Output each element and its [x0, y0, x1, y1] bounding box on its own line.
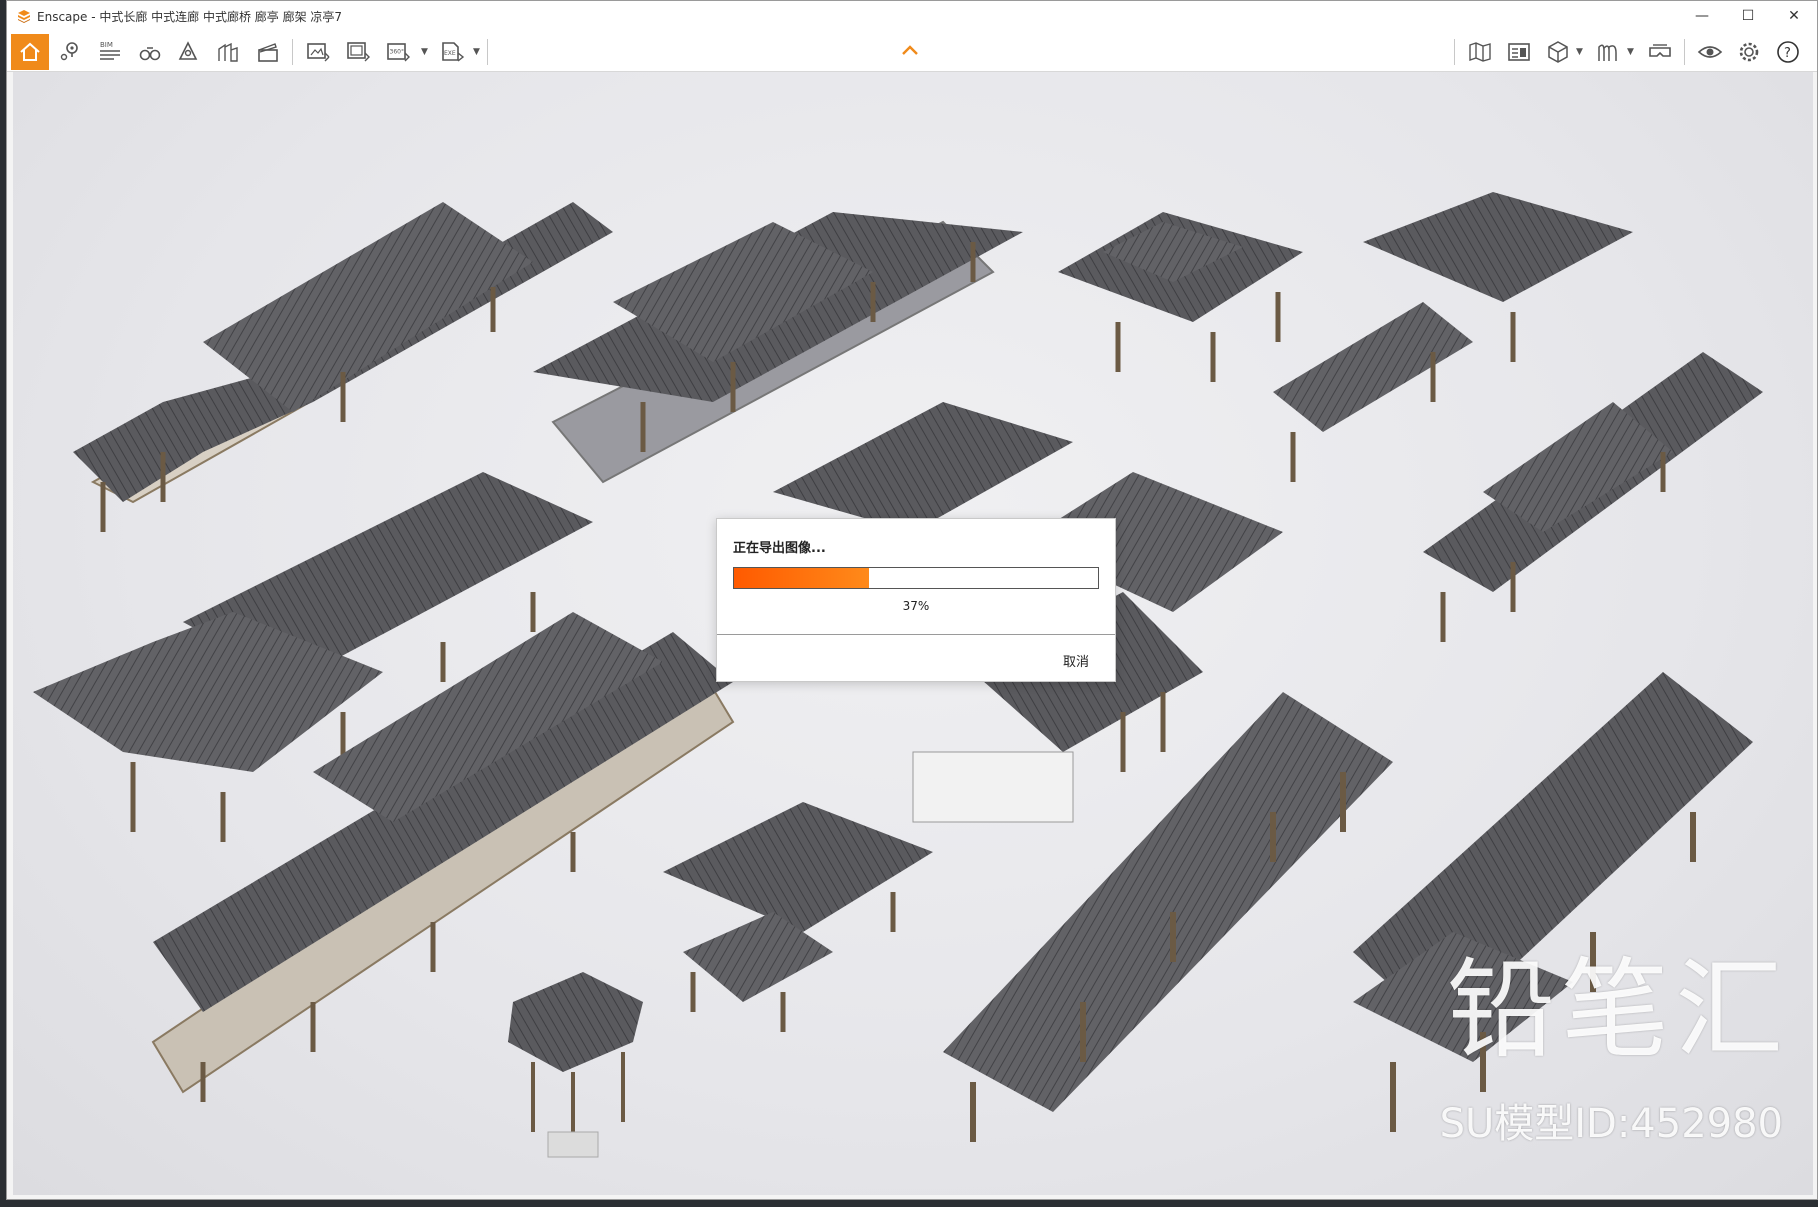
vr-headset-button[interactable] — [1643, 35, 1677, 68]
eye-icon — [1697, 45, 1723, 58]
batch-render-icon — [347, 41, 370, 61]
watermark-model-id: SU模型ID:452980 — [1439, 1101, 1783, 1147]
svg-text:?: ? — [1784, 46, 1791, 61]
bim-button[interactable]: BIM — [93, 35, 127, 68]
pavilion-lower-center — [663, 802, 933, 1032]
minimize-button[interactable]: — — [1679, 1, 1725, 31]
minimap-button[interactable] — [1463, 35, 1497, 68]
enscape-logo-icon — [18, 10, 30, 23]
toolbar-separator — [292, 39, 293, 65]
window-controls: — ☐ ✕ — [1679, 1, 1817, 31]
bim-icon: BIM — [100, 41, 120, 60]
panorama-dropdown-caret[interactable]: ▼ — [421, 47, 428, 57]
binoculars-icon — [139, 46, 161, 60]
atmosphere-button[interactable] — [171, 35, 205, 68]
views-button[interactable] — [53, 35, 87, 68]
general-settings-button[interactable] — [1732, 35, 1766, 68]
corridor-right-cluster — [1423, 352, 1763, 642]
export-progress-dialog: 正在导出图像... 37% 取消 — [716, 518, 1116, 682]
video-editor-button[interactable] — [251, 35, 285, 68]
export-progress-bar — [733, 567, 1099, 589]
close-button[interactable]: ✕ — [1771, 1, 1817, 31]
maximize-button[interactable]: ☐ — [1725, 1, 1771, 31]
help-button[interactable]: ? — [1771, 35, 1805, 68]
pavilion-double-eave — [1058, 212, 1303, 382]
asset-library-icon — [218, 42, 238, 62]
material-editor-icon — [1508, 42, 1530, 61]
batch-render-button[interactable] — [341, 35, 375, 68]
hexagonal-kiosk — [508, 972, 643, 1158]
toolbar-separator — [1454, 39, 1455, 65]
collapse-toolbar-icon[interactable] — [900, 43, 920, 57]
toolbar-separator — [487, 39, 488, 65]
window-title: Enscape - 中式长廊 中式连廊 中式廊桥 廊亭 廊架 凉亭7 — [37, 9, 343, 24]
svg-text:BIM: BIM — [100, 41, 113, 49]
exe-export-icon: EXE — [442, 41, 465, 62]
svg-text:EXE: EXE — [444, 50, 456, 57]
vr-headset-icon — [1649, 43, 1671, 57]
binoculars-button[interactable] — [133, 35, 167, 68]
panorama-icon: 360° — [387, 42, 410, 61]
home-icon — [20, 42, 40, 61]
map-pin-icon — [60, 41, 78, 60]
help-icon: ? — [1777, 40, 1799, 63]
watermark-brand: 铅笔汇 — [1446, 948, 1789, 1073]
material-editor-button[interactable] — [1502, 35, 1536, 68]
building-sun-icon — [178, 40, 198, 60]
map-icon — [1469, 41, 1491, 62]
enscape-window: Enscape - 中式长廊 中式连廊 中式廊桥 廊亭 廊架 凉亭7 — ☐ ✕ — [6, 0, 1818, 1200]
progress-fill — [734, 568, 869, 588]
toolbar-separator — [1684, 39, 1685, 65]
clapperboard-icon — [258, 42, 278, 62]
section-arches-icon — [1598, 43, 1617, 61]
main-toolbar: BIM 360° ▼ EXE ▼ ▼ ▼ ? — [7, 31, 1817, 72]
export-dropdown-caret[interactable]: ▼ — [473, 47, 480, 57]
corridor-top-left — [73, 202, 613, 532]
home-button[interactable] — [11, 34, 49, 70]
progress-percent-label: 37% — [902, 599, 930, 613]
gear-icon — [1739, 42, 1759, 61]
cancel-button[interactable]: 取消 — [1063, 651, 1089, 670]
cube-dropdown-caret[interactable]: ▼ — [1576, 47, 1583, 57]
section-view-button[interactable] — [1591, 35, 1625, 68]
title-bar: Enscape - 中式长廊 中式连廊 中式廊桥 廊亭 廊架 凉亭7 — ☐ ✕ — [7, 1, 1817, 31]
cube-view-button[interactable] — [1541, 35, 1575, 68]
asset-library-button[interactable] — [211, 35, 245, 68]
svg-text:360°: 360° — [390, 48, 404, 55]
panorama-button[interactable]: 360° — [381, 35, 415, 68]
render-viewport[interactable]: 铅笔汇 SU模型ID:452980 正在导出图像... 37% 取消 — [13, 72, 1813, 1195]
dialog-title: 正在导出图像... — [733, 541, 826, 556]
visual-settings-button[interactable] — [1693, 35, 1727, 68]
screenshot-icon — [307, 42, 330, 61]
cube-icon — [1548, 40, 1568, 63]
screenshot-button[interactable] — [301, 35, 335, 68]
dialog-divider — [717, 634, 1115, 635]
exe-export-button[interactable]: EXE — [435, 35, 469, 68]
section-dropdown-caret[interactable]: ▼ — [1627, 47, 1634, 57]
